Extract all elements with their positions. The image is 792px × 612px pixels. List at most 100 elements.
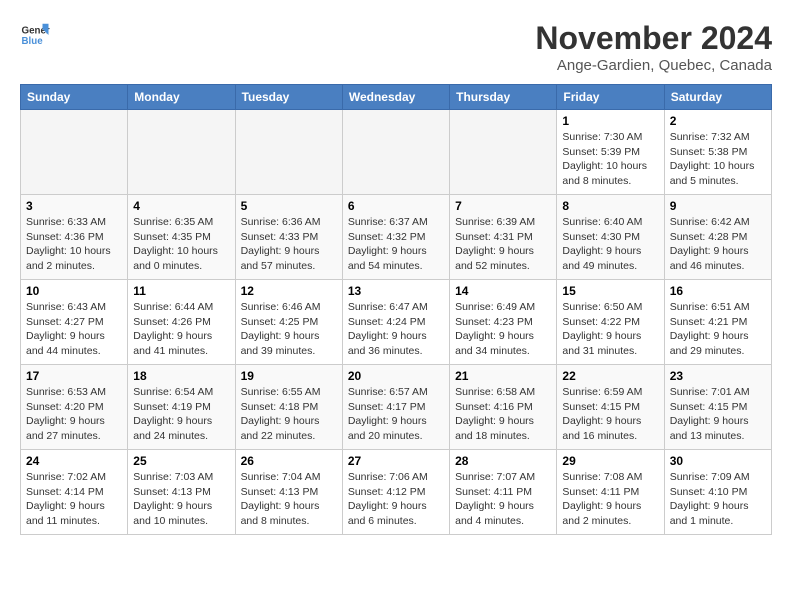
calendar-cell: 4 Sunrise: 6:35 AMSunset: 4:35 PMDaylight…: [128, 195, 235, 280]
calendar-week-row: 3 Sunrise: 6:33 AMSunset: 4:36 PMDaylight…: [21, 195, 772, 280]
day-number: 14: [455, 284, 551, 298]
logo: General Blue: [20, 20, 50, 50]
day-number: 9: [670, 199, 766, 213]
calendar-cell: 29 Sunrise: 7:08 AMSunset: 4:11 PMDayligh…: [557, 450, 664, 535]
calendar-header-friday: Friday: [557, 85, 664, 110]
day-number: 4: [133, 199, 229, 213]
calendar-cell: 25 Sunrise: 7:03 AMSunset: 4:13 PMDayligh…: [128, 450, 235, 535]
calendar-cell: 13 Sunrise: 6:47 AMSunset: 4:24 PMDayligh…: [342, 280, 449, 365]
calendar-week-row: 1 Sunrise: 7:30 AMSunset: 5:39 PMDaylight…: [21, 110, 772, 195]
day-detail: Sunrise: 7:04 AMSunset: 4:13 PMDaylight:…: [241, 470, 337, 529]
day-detail: Sunrise: 6:51 AMSunset: 4:21 PMDaylight:…: [670, 300, 766, 359]
logo-icon: General Blue: [20, 20, 50, 50]
day-detail: Sunrise: 6:54 AMSunset: 4:19 PMDaylight:…: [133, 385, 229, 444]
svg-text:Blue: Blue: [22, 36, 44, 47]
calendar-cell: 20Sunrise: 6:57 AMSunset: 4:17 PMDayligh…: [342, 365, 449, 450]
calendar-header-sunday: Sunday: [21, 85, 128, 110]
calendar-cell: 5 Sunrise: 6:36 AMSunset: 4:33 PMDaylight…: [235, 195, 342, 280]
day-detail: Sunrise: 6:33 AMSunset: 4:36 PMDaylight:…: [26, 215, 122, 274]
calendar-cell: 26Sunrise: 7:04 AMSunset: 4:13 PMDayligh…: [235, 450, 342, 535]
day-detail: Sunrise: 6:39 AMSunset: 4:31 PMDaylight:…: [455, 215, 551, 274]
day-detail: Sunrise: 7:01 AMSunset: 4:15 PMDaylight:…: [670, 385, 766, 444]
day-number: 11: [133, 284, 229, 298]
calendar-cell: [342, 110, 449, 195]
calendar-cell: 17 Sunrise: 6:53 AMSunset: 4:20 PMDayligh…: [21, 365, 128, 450]
day-detail: Sunrise: 6:36 AMSunset: 4:33 PMDaylight:…: [241, 215, 337, 274]
page-header: General Blue November 2024 Ange-Gardien,…: [20, 20, 772, 74]
calendar-week-row: 17 Sunrise: 6:53 AMSunset: 4:20 PMDayligh…: [21, 365, 772, 450]
day-number: 27: [348, 454, 444, 468]
day-detail: Sunrise: 7:06 AMSunset: 4:12 PMDaylight:…: [348, 470, 444, 529]
calendar-cell: [21, 110, 128, 195]
day-number: 25: [133, 454, 229, 468]
calendar-week-row: 10 Sunrise: 6:43 AMSunset: 4:27 PMDayligh…: [21, 280, 772, 365]
calendar-week-row: 24Sunrise: 7:02 AMSunset: 4:14 PMDayligh…: [21, 450, 772, 535]
day-detail: Sunrise: 6:40 AMSunset: 4:30 PMDaylight:…: [562, 215, 658, 274]
calendar-header-row: SundayMondayTuesdayWednesdayThursdayFrid…: [21, 85, 772, 110]
day-detail: Sunrise: 6:35 AMSunset: 4:35 PMDaylight:…: [133, 215, 229, 274]
day-detail: Sunrise: 6:46 AMSunset: 4:25 PMDaylight:…: [241, 300, 337, 359]
day-detail: Sunrise: 6:42 AMSunset: 4:28 PMDaylight:…: [670, 215, 766, 274]
day-number: 18: [133, 369, 229, 383]
calendar-cell: 12 Sunrise: 6:46 AMSunset: 4:25 PMDayligh…: [235, 280, 342, 365]
day-detail: Sunrise: 7:30 AMSunset: 5:39 PMDaylight:…: [562, 130, 658, 189]
day-detail: Sunrise: 6:44 AMSunset: 4:26 PMDaylight:…: [133, 300, 229, 359]
day-number: 23: [670, 369, 766, 383]
calendar-cell: 8 Sunrise: 6:40 AMSunset: 4:30 PMDaylight…: [557, 195, 664, 280]
day-detail: Sunrise: 6:55 AMSunset: 4:18 PMDaylight:…: [241, 385, 337, 444]
day-number: 12: [241, 284, 337, 298]
calendar-cell: 7 Sunrise: 6:39 AMSunset: 4:31 PMDaylight…: [450, 195, 557, 280]
calendar-cell: 9 Sunrise: 6:42 AMSunset: 4:28 PMDaylight…: [664, 195, 771, 280]
day-number: 17: [26, 369, 122, 383]
calendar-cell: 21Sunrise: 6:58 AMSunset: 4:16 PMDayligh…: [450, 365, 557, 450]
day-number: 3: [26, 199, 122, 213]
day-detail: Sunrise: 7:08 AMSunset: 4:11 PMDaylight:…: [562, 470, 658, 529]
calendar-cell: 11 Sunrise: 6:44 AMSunset: 4:26 PMDayligh…: [128, 280, 235, 365]
day-detail: Sunrise: 7:03 AMSunset: 4:13 PMDaylight:…: [133, 470, 229, 529]
day-number: 16: [670, 284, 766, 298]
day-number: 19: [241, 369, 337, 383]
day-detail: Sunrise: 7:02 AMSunset: 4:14 PMDaylight:…: [26, 470, 122, 529]
day-detail: Sunrise: 6:47 AMSunset: 4:24 PMDaylight:…: [348, 300, 444, 359]
calendar-cell: 28Sunrise: 7:07 AMSunset: 4:11 PMDayligh…: [450, 450, 557, 535]
location-subtitle: Ange-Gardien, Quebec, Canada: [535, 57, 772, 74]
title-block: November 2024 Ange-Gardien, Quebec, Cana…: [535, 20, 772, 74]
calendar-cell: 16 Sunrise: 6:51 AMSunset: 4:21 PMDayligh…: [664, 280, 771, 365]
day-detail: Sunrise: 6:58 AMSunset: 4:16 PMDaylight:…: [455, 385, 551, 444]
day-detail: Sunrise: 6:57 AMSunset: 4:17 PMDaylight:…: [348, 385, 444, 444]
day-detail: Sunrise: 6:50 AMSunset: 4:22 PMDaylight:…: [562, 300, 658, 359]
calendar-header-thursday: Thursday: [450, 85, 557, 110]
calendar-cell: 23 Sunrise: 7:01 AMSunset: 4:15 PMDayligh…: [664, 365, 771, 450]
day-number: 8: [562, 199, 658, 213]
calendar-cell: 3 Sunrise: 6:33 AMSunset: 4:36 PMDaylight…: [21, 195, 128, 280]
day-detail: Sunrise: 6:53 AMSunset: 4:20 PMDaylight:…: [26, 385, 122, 444]
day-detail: Sunrise: 7:09 AMSunset: 4:10 PMDaylight:…: [670, 470, 766, 529]
calendar-cell: 15 Sunrise: 6:50 AMSunset: 4:22 PMDayligh…: [557, 280, 664, 365]
calendar-cell: 27 Sunrise: 7:06 AMSunset: 4:12 PMDayligh…: [342, 450, 449, 535]
calendar-cell: 10 Sunrise: 6:43 AMSunset: 4:27 PMDayligh…: [21, 280, 128, 365]
day-detail: Sunrise: 6:59 AMSunset: 4:15 PMDaylight:…: [562, 385, 658, 444]
day-number: 7: [455, 199, 551, 213]
calendar-cell: 6 Sunrise: 6:37 AMSunset: 4:32 PMDaylight…: [342, 195, 449, 280]
day-number: 22: [562, 369, 658, 383]
day-detail: Sunrise: 6:37 AMSunset: 4:32 PMDaylight:…: [348, 215, 444, 274]
calendar-cell: [450, 110, 557, 195]
calendar-cell: 30 Sunrise: 7:09 AMSunset: 4:10 PMDayligh…: [664, 450, 771, 535]
calendar-cell: 18 Sunrise: 6:54 AMSunset: 4:19 PMDayligh…: [128, 365, 235, 450]
calendar-cell: 24Sunrise: 7:02 AMSunset: 4:14 PMDayligh…: [21, 450, 128, 535]
day-number: 1: [562, 114, 658, 128]
day-number: 2: [670, 114, 766, 128]
month-title: November 2024: [535, 20, 772, 57]
day-number: 6: [348, 199, 444, 213]
calendar-cell: [235, 110, 342, 195]
day-number: 30: [670, 454, 766, 468]
calendar-cell: 19 Sunrise: 6:55 AMSunset: 4:18 PMDayligh…: [235, 365, 342, 450]
day-number: 5: [241, 199, 337, 213]
day-number: 15: [562, 284, 658, 298]
day-number: 10: [26, 284, 122, 298]
day-number: 29: [562, 454, 658, 468]
calendar-cell: [128, 110, 235, 195]
day-detail: Sunrise: 6:43 AMSunset: 4:27 PMDaylight:…: [26, 300, 122, 359]
day-number: 13: [348, 284, 444, 298]
calendar-header-saturday: Saturday: [664, 85, 771, 110]
